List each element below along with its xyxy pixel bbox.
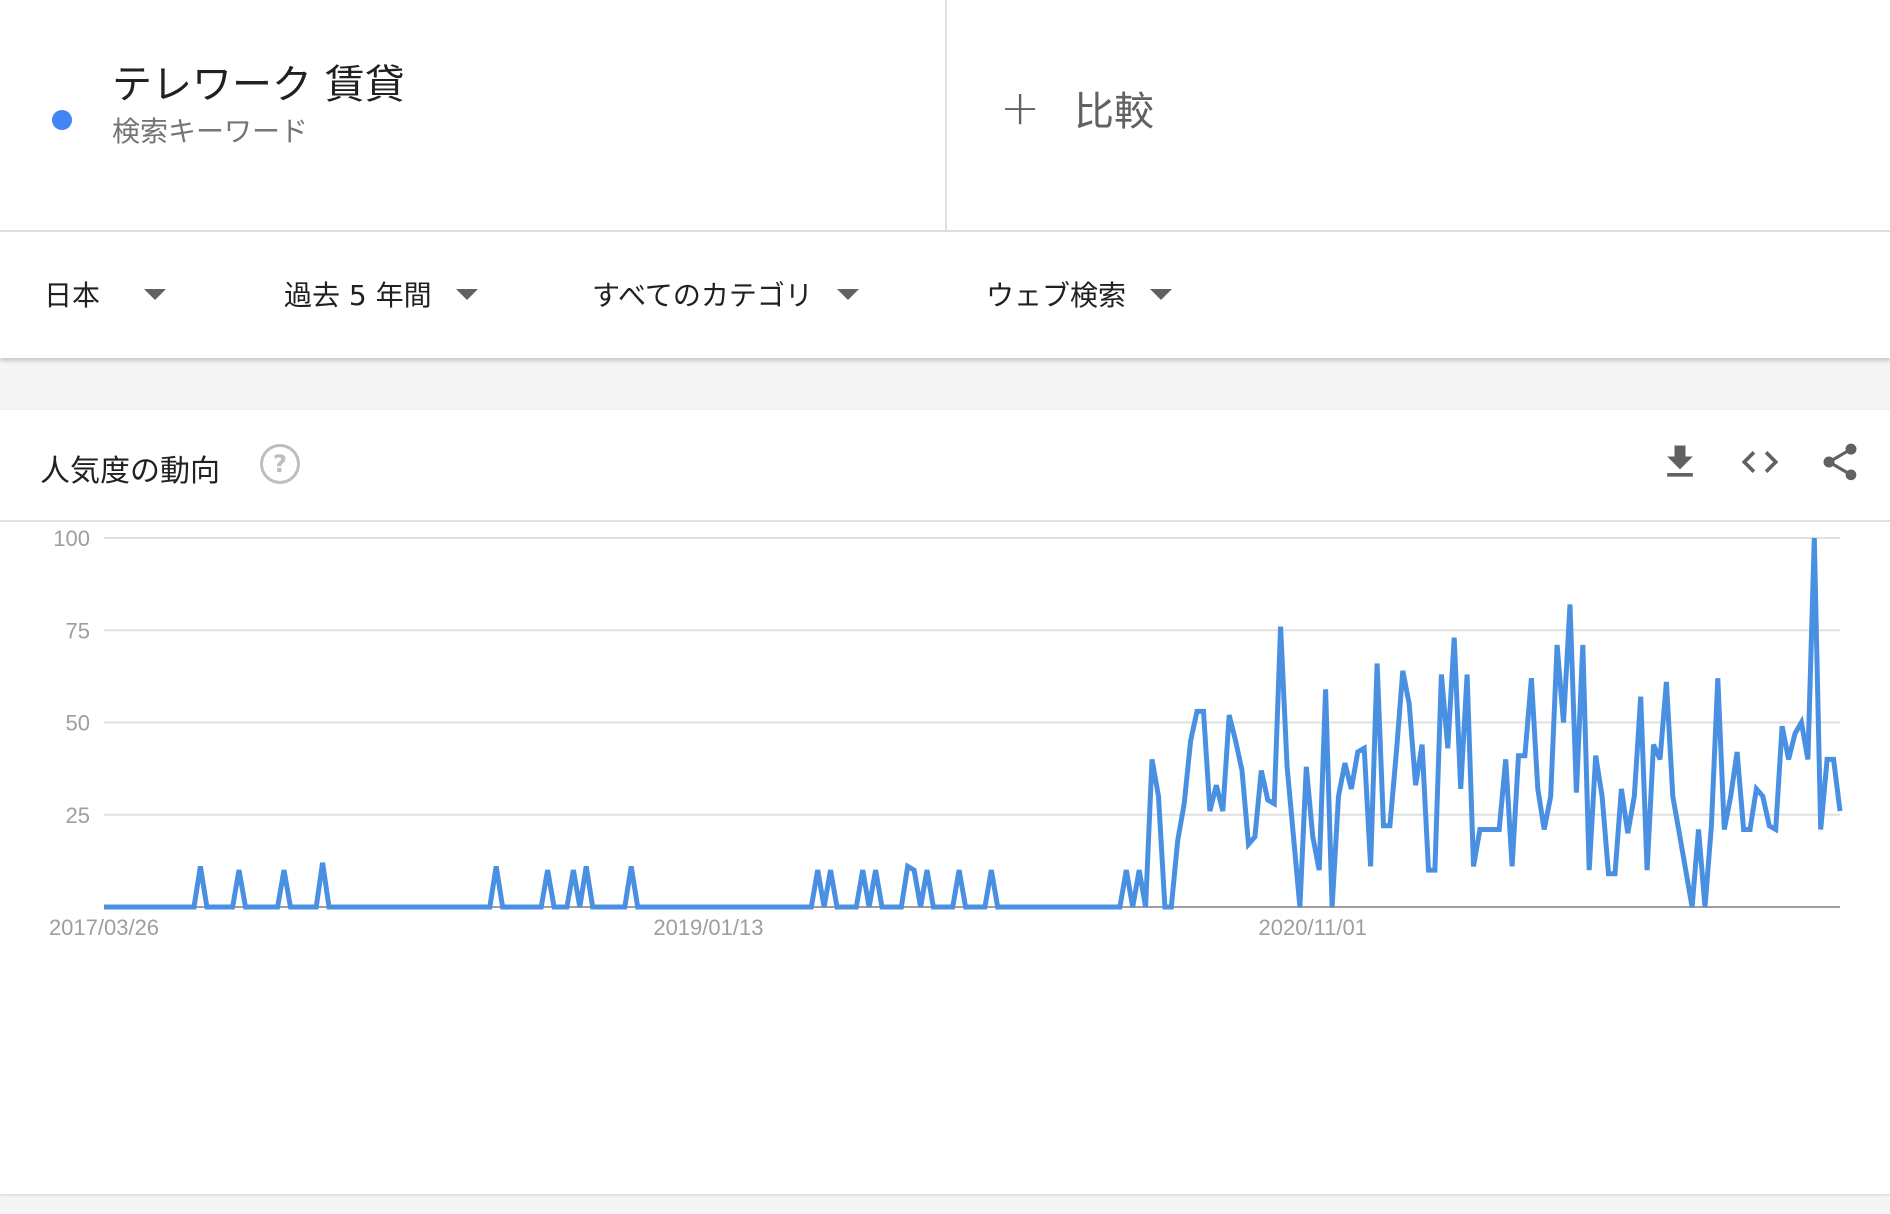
search-type-filter-label: ウェブ検索 xyxy=(986,279,1127,312)
y-tick-label: 75 xyxy=(66,618,90,643)
share-icon[interactable] xyxy=(1818,440,1862,484)
x-tick-label: 2020/11/01 xyxy=(1259,915,1367,940)
category-filter-label: すべてのカテゴリ xyxy=(592,279,813,312)
search-term-card[interactable]: テレワーク 賃貸 検索キーワード xyxy=(0,0,947,230)
question-circle-icon[interactable]: ? xyxy=(260,444,300,484)
chevron-down-icon xyxy=(144,288,167,300)
card-header: 人気度の動向 ? xyxy=(0,410,1890,522)
region-filter-label: 日本 xyxy=(44,279,101,312)
y-tick-label: 25 xyxy=(66,803,90,828)
region-filter[interactable]: 日本 xyxy=(44,272,167,316)
chevron-down-icon xyxy=(1150,288,1173,300)
search-term-subtitle: 検索キーワード xyxy=(112,115,309,148)
x-tick-label: 2019/01/13 xyxy=(653,915,763,940)
trend-line-chart[interactable]: 25 50 75 100 2017/03/26 2019/01/13 2020/11/01 xyxy=(0,522,1890,1194)
chart-area: 25 50 75 100 2017/03/26 2019/01/13 2020/11/01 xyxy=(0,522,1890,1194)
category-filter[interactable]: すべてのカテゴリ xyxy=(592,272,859,316)
card-title: 人気度の動向 xyxy=(40,454,220,489)
compare-label: 比較 xyxy=(1074,89,1154,135)
download-icon[interactable] xyxy=(1658,440,1702,484)
chevron-down-icon xyxy=(455,288,478,300)
filter-bar: 日本 過去 5 年間 すべてのカテゴリ ウェブ検索 xyxy=(0,232,1890,358)
plus-icon: + xyxy=(1000,80,1041,136)
search-term-title[interactable]: テレワーク 賃貸 xyxy=(112,52,405,110)
y-tick-label: 50 xyxy=(66,711,90,736)
series-color-dot xyxy=(52,110,72,130)
search-type-filter[interactable]: ウェブ検索 xyxy=(986,272,1173,316)
chevron-down-icon xyxy=(836,288,859,300)
search-term-bar: テレワーク 賃貸 検索キーワード + 比較 xyxy=(0,0,1890,232)
x-tick-label: 2017/03/26 xyxy=(49,915,159,940)
compare-button[interactable]: + 比較 xyxy=(1000,78,1154,138)
time-range-filter-label: 過去 5 年間 xyxy=(284,279,432,312)
y-tick-label: 100 xyxy=(53,526,90,551)
time-range-filter[interactable]: 過去 5 年間 xyxy=(284,272,478,316)
interest-over-time-card: 人気度の動向 ? 25 50 75 100 2017/03/26 2019/01/13 20… xyxy=(0,410,1890,1194)
embed-code-icon[interactable] xyxy=(1738,440,1782,484)
